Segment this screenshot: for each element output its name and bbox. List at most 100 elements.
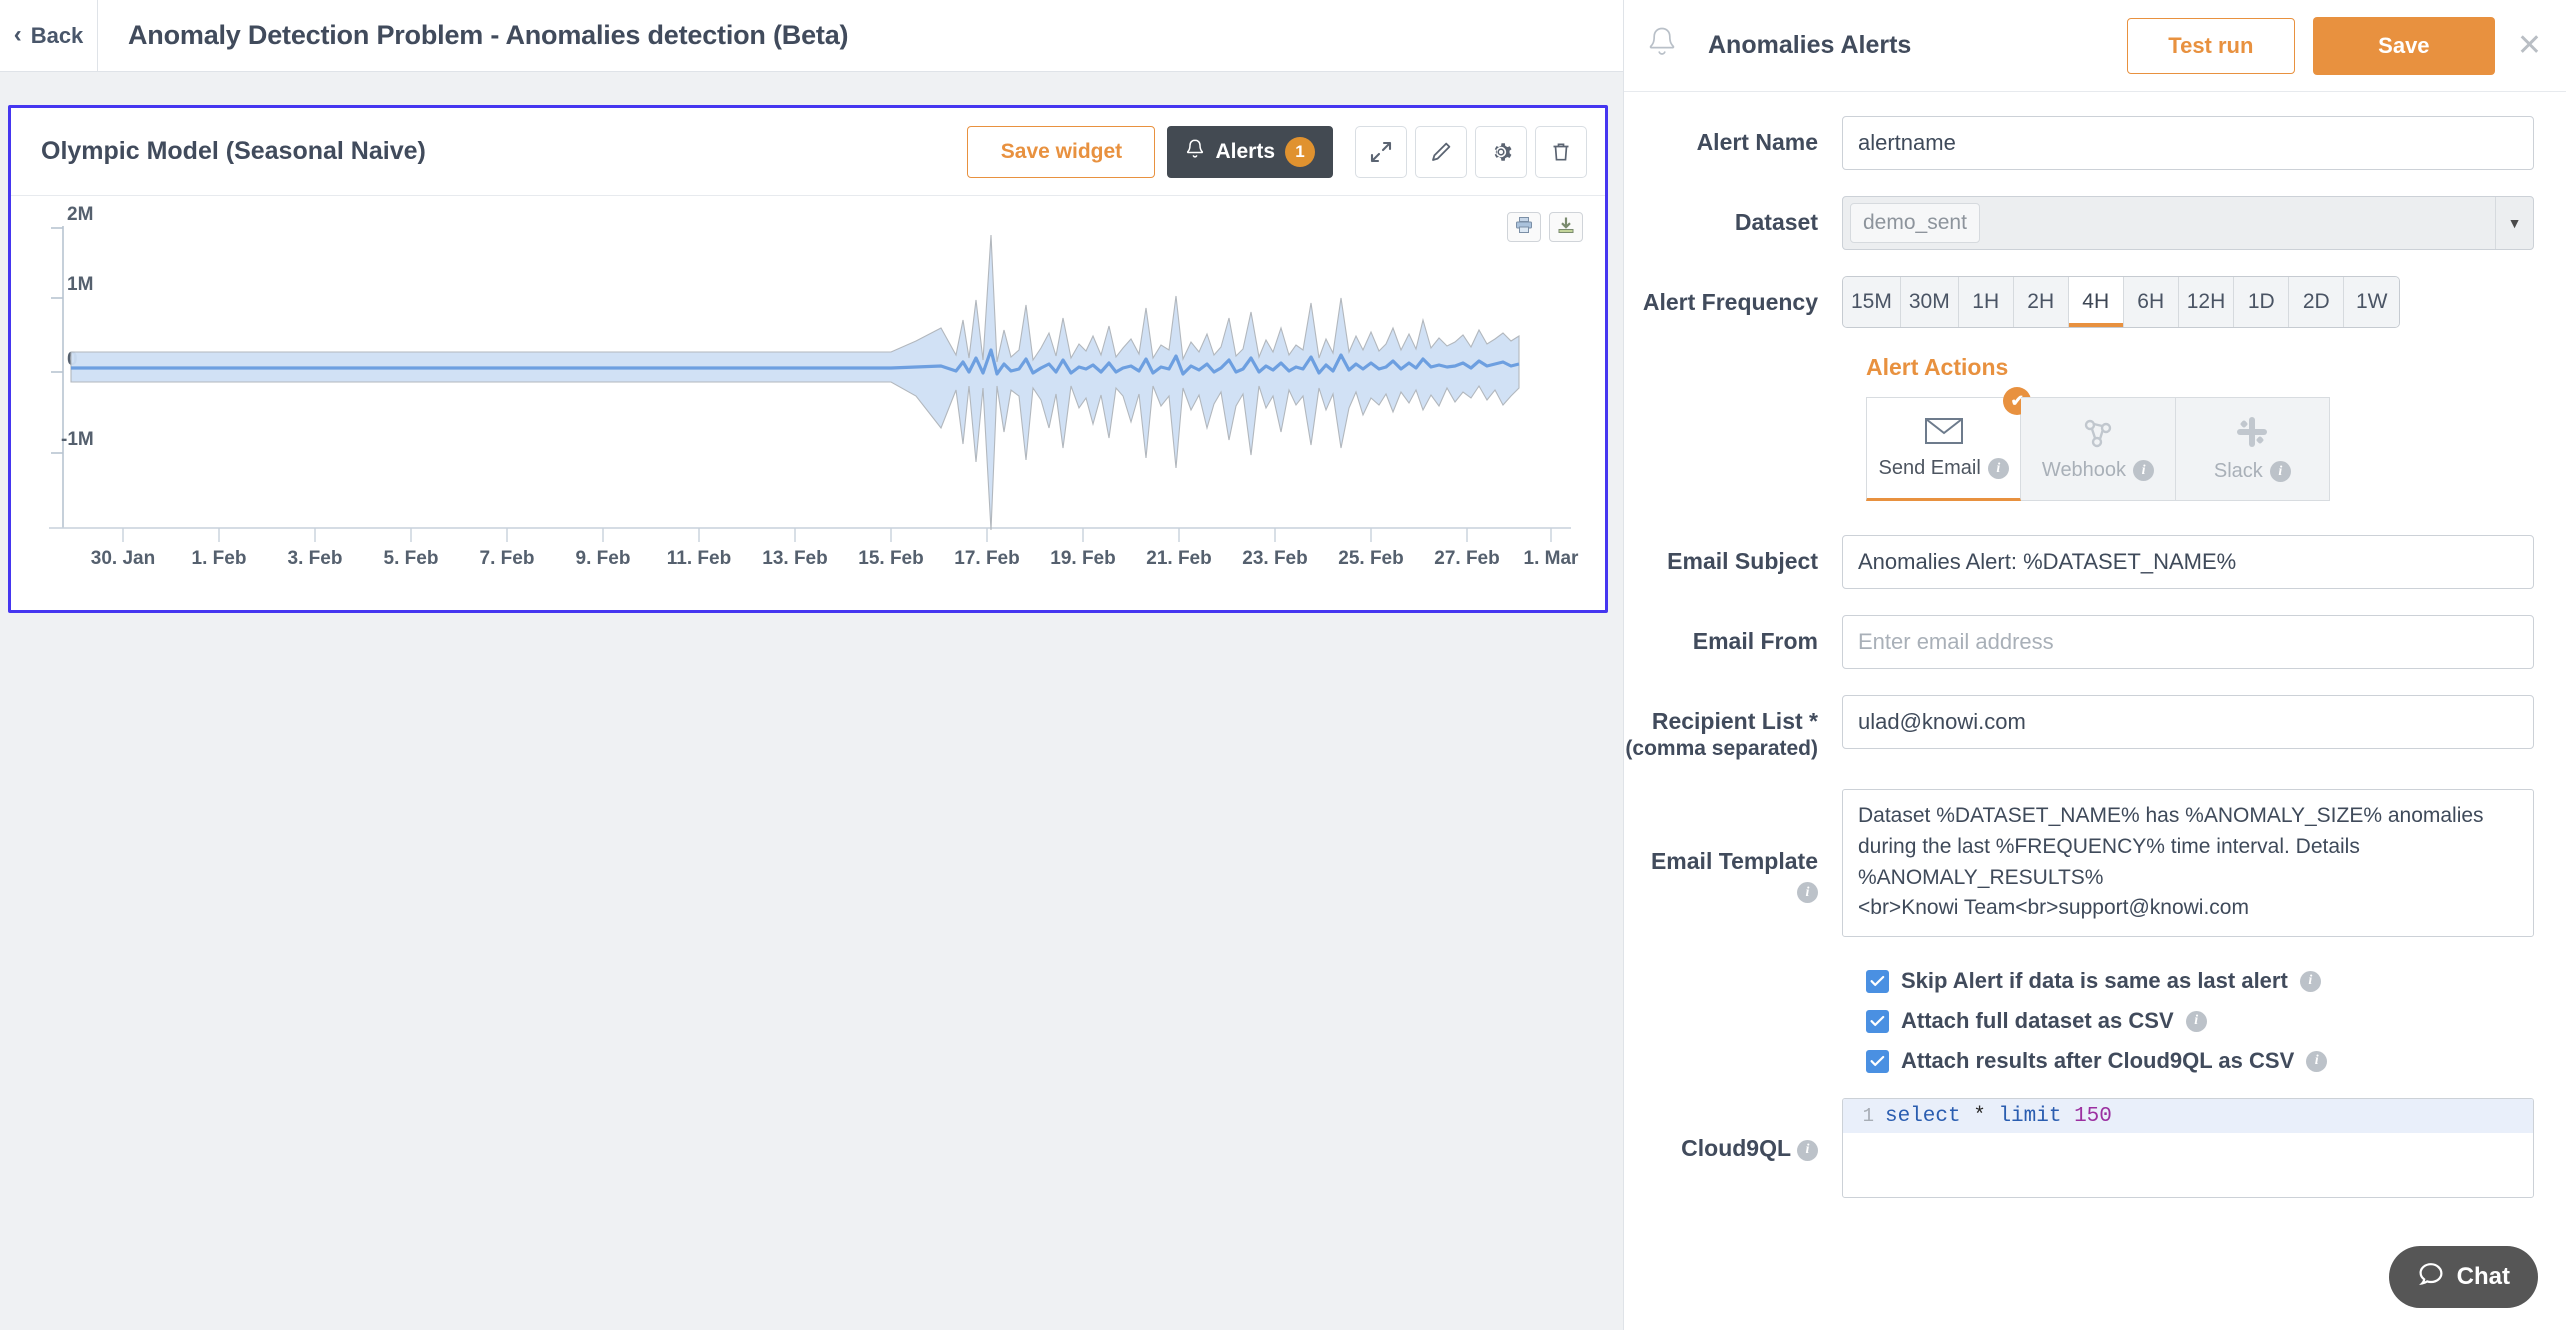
ytick-1M: 1M xyxy=(67,274,93,295)
info-icon[interactable]: i xyxy=(2186,1011,2207,1032)
action-tab-label-slack: Slack i xyxy=(2214,460,2291,483)
chevron-down-icon[interactable]: ▼ xyxy=(2495,197,2533,249)
save-button[interactable]: Save xyxy=(2313,17,2495,75)
edit-button[interactable] xyxy=(1415,126,1467,178)
code-line: 1 select * limit 150 xyxy=(1843,1099,2533,1133)
info-icon[interactable]: i xyxy=(1797,882,1818,903)
recipient-list-input[interactable] xyxy=(1842,695,2534,749)
back-button-label: Back xyxy=(31,23,84,49)
field-row-frequency: Alert Frequency 15M 30M 1H 2H 4H 6H 12H … xyxy=(1624,276,2534,328)
send-email-text: Send Email xyxy=(1879,457,1981,480)
page-title: Anomaly Detection Problem - Anomalies de… xyxy=(128,20,848,51)
pencil-icon xyxy=(1429,140,1453,164)
field-row-recipient-list: Recipient List * (comma separated) xyxy=(1624,695,2534,763)
confidence-band xyxy=(71,235,1519,530)
webhook-icon xyxy=(2079,416,2117,453)
field-row-email-template: Email Template i xyxy=(1624,789,2534,942)
widget-title: Olympic Model (Seasonal Naive) xyxy=(41,137,967,166)
freq-option-1h[interactable]: 1H xyxy=(1959,277,2014,327)
expand-arrows-icon xyxy=(1369,140,1393,164)
cloud9ql-label: Cloud9QL i xyxy=(1624,1098,1842,1163)
cloud9ql-editor[interactable]: 1 select * limit 150 xyxy=(1842,1098,2534,1198)
xtick-3: 5. Feb xyxy=(384,548,439,569)
email-subject-label: Email Subject xyxy=(1624,535,1842,576)
freq-option-1w[interactable]: 1W xyxy=(2344,277,2399,327)
attach-dataset-checkbox[interactable] xyxy=(1866,1010,1889,1033)
attach-cloud9ql-checkbox[interactable] xyxy=(1866,1050,1889,1073)
gear-icon xyxy=(1489,140,1513,164)
save-widget-button[interactable]: Save widget xyxy=(967,126,1155,178)
info-icon[interactable]: i xyxy=(2300,971,2321,992)
code-token-star: * xyxy=(1973,1105,1986,1128)
freq-option-12h[interactable]: 12H xyxy=(2179,277,2235,327)
chart-svg: 2M 1M 0 -1M xyxy=(11,200,1605,612)
action-tab-webhook[interactable]: Webhook i xyxy=(2021,397,2175,501)
slack-icon xyxy=(2235,415,2269,454)
panel-form: Alert Name Dataset demo_sent ▼ Alert Fre… xyxy=(1624,92,2566,1198)
panel-title: Anomalies Alerts xyxy=(1708,31,2127,60)
xtick-4: 7. Feb xyxy=(480,548,535,569)
freq-option-6h[interactable]: 6H xyxy=(2124,277,2179,327)
webhook-text: Webhook xyxy=(2042,459,2126,482)
action-tab-slack[interactable]: Slack i xyxy=(2176,397,2330,501)
close-icon[interactable]: ✕ xyxy=(2517,31,2542,61)
checkbox-row-attach-dataset: Attach full dataset as CSV i xyxy=(1866,1008,2534,1034)
action-tab-label-webhook: Webhook i xyxy=(2042,459,2154,482)
skip-alert-checkbox[interactable] xyxy=(1866,970,1889,993)
action-tab-send-email[interactable]: ✔ Send Email i xyxy=(1866,397,2021,501)
dataset-selected-value: demo_sent xyxy=(1850,203,1980,243)
info-icon[interactable]: i xyxy=(2270,461,2291,482)
anomalies-alerts-panel: Anomalies Alerts Test run Save ✕ Alert N… xyxy=(1623,0,2566,1330)
alerts-button[interactable]: Alerts 1 xyxy=(1167,126,1333,178)
alert-frequency-selector: 15M 30M 1H 2H 4H 6H 12H 1D 2D 1W xyxy=(1842,276,2400,328)
field-row-alert-name: Alert Name xyxy=(1624,116,2534,170)
email-from-input[interactable] xyxy=(1842,615,2534,669)
envelope-icon xyxy=(1924,416,1964,451)
alerts-count-badge: 1 xyxy=(1285,137,1315,167)
attach-dataset-label: Attach full dataset as CSV xyxy=(1901,1008,2174,1034)
field-row-dataset: Dataset demo_sent ▼ xyxy=(1624,196,2534,250)
freq-option-30m[interactable]: 30M xyxy=(1901,277,1959,327)
xtick-10: 19. Feb xyxy=(1050,548,1115,569)
field-row-cloud9ql: Cloud9QL i 1 select * limit 150 xyxy=(1624,1098,2534,1198)
checkbox-row-attach-cloud9ql: Attach results after Cloud9QL as CSV i xyxy=(1866,1048,2534,1074)
action-tab-label-email: Send Email i xyxy=(1879,457,2009,480)
freq-option-1d[interactable]: 1D xyxy=(2234,277,2289,327)
attach-cloud9ql-label: Attach results after Cloud9QL as CSV xyxy=(1901,1048,2294,1074)
alert-name-label: Alert Name xyxy=(1624,116,1842,157)
chat-bubble-icon xyxy=(2417,1260,2445,1295)
dataset-select[interactable]: demo_sent ▼ xyxy=(1842,196,2534,250)
settings-button[interactable] xyxy=(1475,126,1527,178)
alert-name-input[interactable] xyxy=(1842,116,2534,170)
delete-button[interactable] xyxy=(1535,126,1587,178)
email-from-label: Email From xyxy=(1624,615,1842,656)
test-run-button[interactable]: Test run xyxy=(2127,18,2295,74)
info-icon[interactable]: i xyxy=(2133,460,2154,481)
info-icon[interactable]: i xyxy=(1797,1140,1818,1161)
expand-button[interactable] xyxy=(1355,126,1407,178)
panel-header: Anomalies Alerts Test run Save ✕ xyxy=(1624,0,2566,92)
field-row-email-subject: Email Subject xyxy=(1624,535,2534,589)
trash-icon xyxy=(1549,140,1573,164)
alert-frequency-label: Alert Frequency xyxy=(1624,276,1842,317)
email-template-label: Email Template i xyxy=(1624,789,1842,906)
chat-button-label: Chat xyxy=(2457,1263,2510,1291)
xtick-1: 1. Feb xyxy=(192,548,247,569)
freq-option-2d[interactable]: 2D xyxy=(2289,277,2344,327)
chat-button[interactable]: Chat xyxy=(2389,1246,2538,1308)
freq-option-4h[interactable]: 4H xyxy=(2069,277,2124,327)
email-subject-input[interactable] xyxy=(1842,535,2534,589)
xtick-7: 13. Feb xyxy=(762,548,827,569)
xtick-15: 1. Mar xyxy=(1524,548,1580,569)
back-button[interactable]: ‹ Back xyxy=(0,0,98,72)
line-number: 1 xyxy=(1843,1105,1885,1127)
alert-actions-tabs: ✔ Send Email i xyxy=(1866,397,2330,501)
xtick-9: 17. Feb xyxy=(954,548,1019,569)
info-icon[interactable]: i xyxy=(1988,458,2009,479)
freq-option-15m[interactable]: 15M xyxy=(1843,277,1901,327)
freq-option-2h[interactable]: 2H xyxy=(2014,277,2069,327)
email-template-textarea[interactable] xyxy=(1842,789,2534,937)
alerts-button-label: Alerts xyxy=(1215,140,1275,164)
info-icon[interactable]: i xyxy=(2306,1051,2327,1072)
anomaly-timeseries-chart: 2M 1M 0 -1M xyxy=(11,200,1605,612)
